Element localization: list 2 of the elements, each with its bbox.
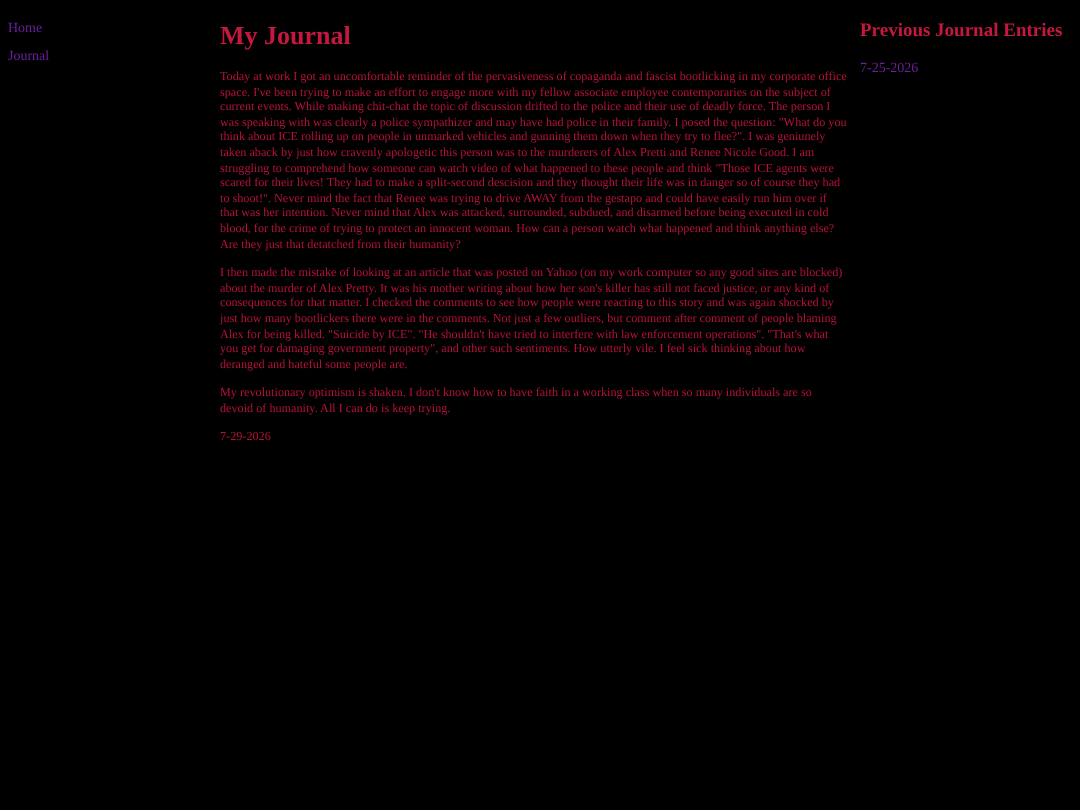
- sidebar-heading: Previous Journal Entries: [860, 20, 1063, 44]
- page-title: My Journal: [220, 20, 353, 52]
